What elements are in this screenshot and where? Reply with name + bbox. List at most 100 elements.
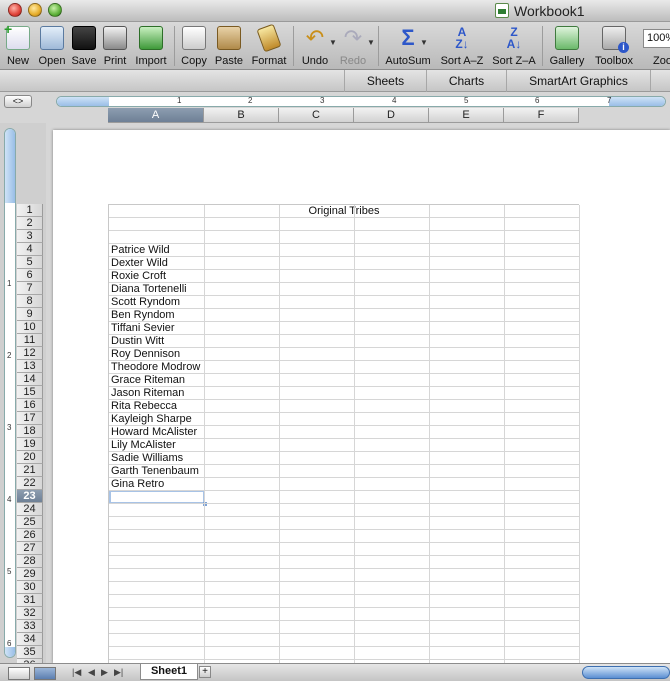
row-header-17[interactable]: 17 — [17, 412, 43, 425]
row-header-3[interactable]: 3 — [17, 230, 43, 243]
cell-a7[interactable]: Diana Tortenelli — [111, 283, 187, 296]
tab-overflow[interactable] — [650, 70, 670, 92]
cell-a18[interactable]: Howard McAlister — [111, 426, 197, 439]
sort-descending-button[interactable]: Z A↓ Sort Z–A — [489, 24, 539, 68]
row-header-6[interactable]: 6 — [17, 269, 43, 282]
row-header-14[interactable]: 14 — [17, 373, 43, 386]
row-header-34[interactable]: 34 — [17, 633, 43, 646]
ruler-toggle-button[interactable]: <> — [4, 95, 32, 108]
cell-a14[interactable]: Grace Riteman — [111, 374, 185, 387]
active-cell-a23[interactable] — [109, 490, 207, 506]
row-header-12[interactable]: 12 — [17, 347, 43, 360]
row-header-29[interactable]: 29 — [17, 568, 43, 581]
row-header-24[interactable]: 24 — [17, 503, 43, 516]
cell-a13[interactable]: Theodore Modrow — [111, 361, 200, 374]
next-sheet-icon[interactable]: ▶ — [101, 667, 108, 678]
format-painter-button[interactable]: Format — [249, 23, 289, 68]
redo-button[interactable]: ↷ Redo — [338, 24, 368, 68]
paste-button[interactable]: Paste — [213, 24, 245, 68]
row-header-4[interactable]: 4 — [17, 243, 43, 256]
first-sheet-icon[interactable]: |◀ — [72, 667, 81, 678]
vertical-ruler[interactable]: 1 2 3 4 5 6 — [4, 128, 16, 658]
new-button[interactable]: New — [4, 21, 32, 68]
zoom-input[interactable]: 100% — [643, 29, 670, 48]
left-margin-marker[interactable] — [57, 97, 109, 106]
column-header-c[interactable]: C — [279, 108, 354, 123]
zoom-window-button[interactable] — [48, 3, 62, 17]
row-header-19[interactable]: 19 — [17, 438, 43, 451]
open-button[interactable]: Open — [36, 24, 68, 68]
add-sheet-button[interactable]: + — [199, 666, 211, 678]
row-header-7[interactable]: 7 — [17, 282, 43, 295]
horizontal-ruler[interactable]: 1 2 3 4 5 6 7 — [56, 96, 666, 107]
row-header-25[interactable]: 25 — [17, 516, 43, 529]
row-header-23[interactable]: 23 — [17, 490, 43, 503]
column-header-f[interactable]: F — [504, 108, 579, 123]
row-header-8[interactable]: 8 — [17, 295, 43, 308]
cell-a9[interactable]: Ben Ryndom — [111, 309, 175, 322]
row-header-11[interactable]: 11 — [17, 334, 43, 347]
cell-a20[interactable]: Sadie Williams — [111, 452, 183, 465]
save-button[interactable]: Save — [70, 24, 98, 68]
import-button[interactable]: Import — [132, 24, 170, 68]
tab-smartart-graphics[interactable]: SmartArt Graphics — [506, 70, 650, 92]
close-window-button[interactable] — [8, 3, 22, 17]
row-header-15[interactable]: 15 — [17, 386, 43, 399]
cell-a4[interactable]: Patrice Wild — [111, 244, 170, 257]
row-header-16[interactable]: 16 — [17, 399, 43, 412]
column-header-d[interactable]: D — [354, 108, 429, 123]
row-header-2[interactable]: 2 — [17, 217, 43, 230]
row-header-27[interactable]: 27 — [17, 542, 43, 555]
cell-a19[interactable]: Lily McAlister — [111, 439, 176, 452]
undo-button[interactable]: ↶ Undo — [298, 24, 332, 68]
cell-a5[interactable]: Dexter Wild — [111, 257, 168, 270]
toolbox-button[interactable]: Toolbox — [591, 24, 637, 68]
sort-ascending-button[interactable]: A Z↓ Sort A–Z — [437, 24, 487, 68]
top-margin-marker[interactable] — [5, 129, 15, 203]
right-margin-marker[interactable] — [609, 97, 665, 106]
cell-a10[interactable]: Tiffani Sevier — [111, 322, 175, 335]
row-header-18[interactable]: 18 — [17, 425, 43, 438]
row-header-21[interactable]: 21 — [17, 464, 43, 477]
column-header-b[interactable]: B — [204, 108, 279, 123]
row-header-22[interactable]: 22 — [17, 477, 43, 490]
row-header-31[interactable]: 31 — [17, 594, 43, 607]
row-header-35[interactable]: 35 — [17, 646, 43, 659]
row-header-32[interactable]: 32 — [17, 607, 43, 620]
row-header-30[interactable]: 30 — [17, 581, 43, 594]
tab-sheets[interactable]: Sheets — [344, 70, 426, 92]
gallery-button[interactable]: Gallery — [547, 24, 587, 68]
row-header-13[interactable]: 13 — [17, 360, 43, 373]
cell-a15[interactable]: Jason Riteman — [111, 387, 184, 400]
cell-a16[interactable]: Rita Rebecca — [111, 400, 177, 413]
column-header-e[interactable]: E — [429, 108, 504, 123]
row-header-28[interactable]: 28 — [17, 555, 43, 568]
page-layout-view-button[interactable] — [34, 667, 56, 680]
row-header-1[interactable]: 1 — [17, 204, 43, 217]
cell-a21[interactable]: Garth Tenenbaum — [111, 465, 199, 478]
print-button[interactable]: Print — [101, 24, 129, 68]
row-header-26[interactable]: 26 — [17, 529, 43, 542]
row-header-33[interactable]: 33 — [17, 620, 43, 633]
cell-a8[interactable]: Scott Ryndom — [111, 296, 180, 309]
last-sheet-icon[interactable]: ▶| — [114, 667, 123, 678]
column-header-a[interactable]: A — [108, 108, 204, 123]
sheet-tab-sheet1[interactable]: Sheet1 — [140, 664, 198, 680]
cell-a17[interactable]: Kayleigh Sharpe — [111, 413, 192, 426]
horizontal-scrollbar[interactable] — [582, 666, 670, 679]
undo-dropdown-arrow-icon[interactable]: ▼ — [329, 38, 337, 47]
row-header-5[interactable]: 5 — [17, 256, 43, 269]
autosum-dropdown-arrow-icon[interactable]: ▼ — [420, 38, 428, 47]
copy-button[interactable]: Copy — [179, 24, 209, 68]
normal-view-button[interactable] — [8, 667, 30, 680]
cell-a11[interactable]: Dustin Witt — [111, 335, 164, 348]
cell-a12[interactable]: Roy Dennison — [111, 348, 180, 361]
bottom-margin-marker[interactable] — [5, 647, 15, 657]
redo-dropdown-arrow-icon[interactable]: ▼ — [367, 38, 375, 47]
row-header-9[interactable]: 9 — [17, 308, 43, 321]
row-header-10[interactable]: 10 — [17, 321, 43, 334]
tab-charts[interactable]: Charts — [426, 70, 506, 92]
cell-a6[interactable]: Roxie Croft — [111, 270, 166, 283]
minimize-window-button[interactable] — [28, 3, 42, 17]
row-header-20[interactable]: 20 — [17, 451, 43, 464]
